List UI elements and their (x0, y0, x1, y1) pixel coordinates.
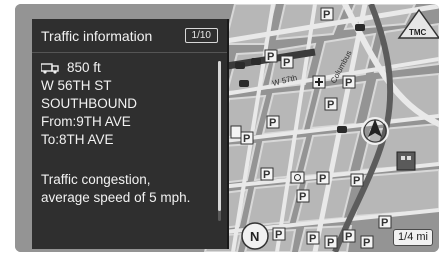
parking-icon[interactable]: P (324, 235, 338, 249)
svg-text:TMC: TMC (409, 28, 427, 37)
svg-text:P: P (381, 217, 388, 229)
scrollbar[interactable] (218, 61, 221, 221)
street-name: W 56TH ST (41, 78, 112, 93)
page-indicator: 1/10 (184, 28, 218, 43)
parking-icon[interactable]: P (316, 171, 330, 185)
svg-text:N: N (250, 229, 259, 244)
panel-title: Traffic information (41, 28, 153, 44)
traffic-car-icon[interactable] (239, 80, 249, 87)
compass-icon[interactable]: N (241, 222, 269, 250)
parking-icon[interactable]: P (260, 167, 274, 181)
message-line-1: Traffic congestion, (41, 172, 151, 187)
message-line-2: average speed of 5 mph. (41, 190, 191, 205)
from-street: From:9TH AVE (41, 114, 131, 129)
traffic-details: 850 ft W 56TH ST SOUTHBOUND From:9TH AVE… (41, 59, 211, 207)
svg-text:P: P (269, 117, 276, 129)
traffic-car-icon[interactable] (235, 62, 245, 69)
panel-divider (32, 52, 227, 53)
parking-icon[interactable]: P (342, 75, 356, 89)
fuel-icon[interactable] (230, 125, 242, 139)
svg-text:P: P (345, 231, 352, 243)
svg-text:P: P (327, 99, 334, 111)
parking-icon[interactable]: P (324, 97, 338, 111)
parking-icon[interactable]: P (306, 231, 320, 245)
svg-text:P: P (323, 9, 330, 21)
hospital-icon[interactable] (312, 75, 326, 89)
traffic-car-icon[interactable] (355, 24, 365, 31)
parking-icon[interactable]: P (266, 115, 280, 129)
parking-icon[interactable]: P (320, 7, 334, 21)
svg-text:P: P (327, 237, 334, 249)
svg-text:P: P (275, 229, 282, 241)
parking-icon[interactable]: P (360, 235, 374, 249)
parking-icon[interactable]: P (342, 229, 356, 243)
traffic-info-panel: Traffic information 1/10 850 ft W 56TH S… (32, 19, 229, 249)
svg-text:P: P (299, 191, 306, 203)
svg-text:P: P (267, 51, 274, 63)
parking-icon[interactable]: P (280, 55, 294, 69)
truck-icon (41, 63, 59, 74)
svg-text:P: P (283, 57, 290, 69)
to-street: To:8TH AVE (41, 132, 114, 147)
svg-text:P: P (363, 237, 370, 249)
svg-text:P: P (309, 233, 316, 245)
distance-value: 850 ft (67, 60, 101, 75)
camera-icon[interactable] (290, 171, 305, 184)
traffic-car-icon[interactable] (337, 126, 347, 133)
parking-icon[interactable]: P (264, 49, 278, 63)
parking-icon[interactable]: P (378, 215, 392, 229)
svg-text:P: P (243, 133, 250, 145)
distance-row: 850 ft (41, 59, 211, 77)
svg-text:P: P (353, 175, 360, 187)
traffic-car-icon[interactable] (251, 58, 261, 65)
scroll-thumb[interactable] (218, 61, 221, 211)
svg-text:P: P (345, 77, 352, 89)
svg-text:P: P (319, 173, 326, 185)
parking-icon[interactable]: P (272, 227, 286, 241)
building-icon[interactable] (396, 151, 416, 171)
parking-icon[interactable]: P (296, 189, 310, 203)
parking-icon[interactable]: P (350, 173, 364, 187)
direction: SOUTHBOUND (41, 96, 138, 111)
svg-text:P: P (263, 169, 270, 181)
map-scale[interactable]: 1/4 mi (393, 229, 433, 246)
parking-icon[interactable]: P (240, 131, 254, 145)
navigation-screen: W 57th Columbus P P P P P P P P P P P P … (15, 4, 439, 252)
